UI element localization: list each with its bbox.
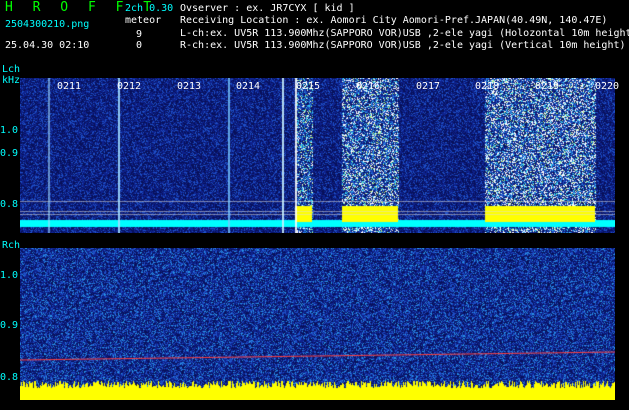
time-tick-label: 0220: [595, 81, 620, 92]
time-tick-label: 0211: [57, 81, 82, 92]
y-tick-label: 1.0: [0, 270, 19, 281]
y-tick-label: 0.9: [0, 148, 19, 159]
time-tick-label: 0212: [117, 81, 142, 92]
time-tick-label: 0215: [296, 81, 321, 92]
rch-count: 0: [136, 40, 143, 51]
lch-label: Lch: [2, 64, 21, 75]
time-tick-label: 0214: [236, 81, 261, 92]
file-name: 2504300210.png: [5, 19, 90, 30]
location-line: Receiving Location : ex. Aomori City Aom…: [180, 15, 608, 26]
lch-description: L-ch:ex. UV5R 113.900Mhz(SAPPORO VOR)USB…: [180, 28, 629, 39]
y-tick-label: 1.0: [0, 125, 19, 136]
y-tick-label: 0.8: [0, 199, 19, 210]
app-version: 2ch 0.30: [125, 3, 174, 14]
y-tick-label: 0.9: [0, 320, 19, 331]
time-tick-label: 0218: [475, 81, 500, 92]
y-tick-label: 0.8: [0, 372, 19, 383]
rch-spectrogram: [20, 248, 615, 400]
time-tick-label: 0213: [177, 81, 202, 92]
rch-label: Rch: [2, 240, 21, 251]
rch-description: R-ch:ex. UV5R 113.900Mhz(SAPPORO VOR)USB…: [180, 40, 626, 51]
time-tick-label: 0216: [356, 81, 381, 92]
time-tick-label: 0217: [416, 81, 441, 92]
observer-line: Ovserver : ex. JR7CYX [ kid ]: [180, 3, 355, 14]
khz-label: kHz: [2, 75, 21, 86]
mode-label: meteor: [125, 15, 162, 26]
lch-count: 9: [136, 29, 143, 40]
lch-spectrogram: [20, 78, 615, 233]
date-time: 25.04.30 02:10: [5, 40, 90, 51]
time-tick-label: 0219: [535, 81, 560, 92]
